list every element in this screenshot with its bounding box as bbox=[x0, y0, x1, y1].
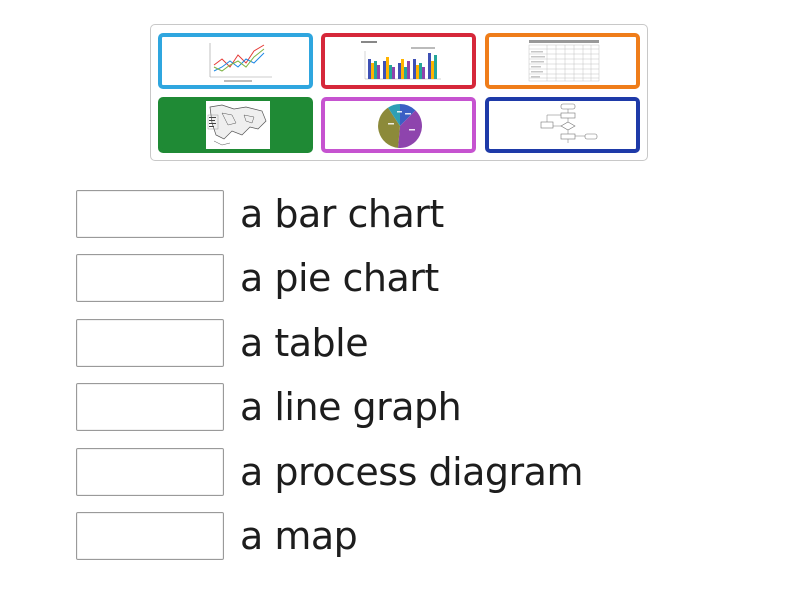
tile-map[interactable] bbox=[158, 97, 313, 153]
answer-row: a bar chart bbox=[76, 190, 676, 240]
drop-zone[interactable] bbox=[76, 190, 224, 238]
answer-row: a table bbox=[76, 319, 676, 369]
drop-zone[interactable] bbox=[76, 254, 224, 302]
answer-label: a pie chart bbox=[240, 256, 439, 300]
answer-label: a process diagram bbox=[240, 450, 583, 494]
drop-zone[interactable] bbox=[76, 383, 224, 431]
tile-pie-chart[interactable] bbox=[321, 97, 476, 153]
answer-row: a process diagram bbox=[76, 448, 676, 498]
answer-label: a line graph bbox=[240, 385, 462, 429]
line-graph-thumbnail bbox=[209, 43, 272, 82]
answer-label: a bar chart bbox=[240, 192, 444, 236]
tile-line-graph[interactable] bbox=[158, 33, 313, 89]
answer-row: a line graph bbox=[76, 383, 676, 433]
answer-row: a map bbox=[76, 512, 676, 562]
tile-bar-chart[interactable] bbox=[321, 33, 476, 89]
drop-zone[interactable] bbox=[76, 448, 224, 496]
drop-zone[interactable] bbox=[76, 512, 224, 560]
table-thumbnail bbox=[528, 40, 600, 82]
process-diagram-thumbnail bbox=[540, 103, 598, 143]
map-thumbnail bbox=[206, 101, 270, 149]
drop-zone[interactable] bbox=[76, 319, 224, 367]
answer-label: a map bbox=[240, 514, 358, 558]
tile-table[interactable] bbox=[485, 33, 640, 89]
tile-process-diagram[interactable] bbox=[485, 97, 640, 153]
answer-label: a table bbox=[240, 321, 369, 365]
pie-chart-thumbnail bbox=[378, 104, 422, 148]
match-activity: a bar chart a pie chart a table a line g… bbox=[0, 0, 800, 600]
bar-chart-thumbnail bbox=[361, 41, 441, 80]
answer-row: a pie chart bbox=[76, 254, 676, 304]
